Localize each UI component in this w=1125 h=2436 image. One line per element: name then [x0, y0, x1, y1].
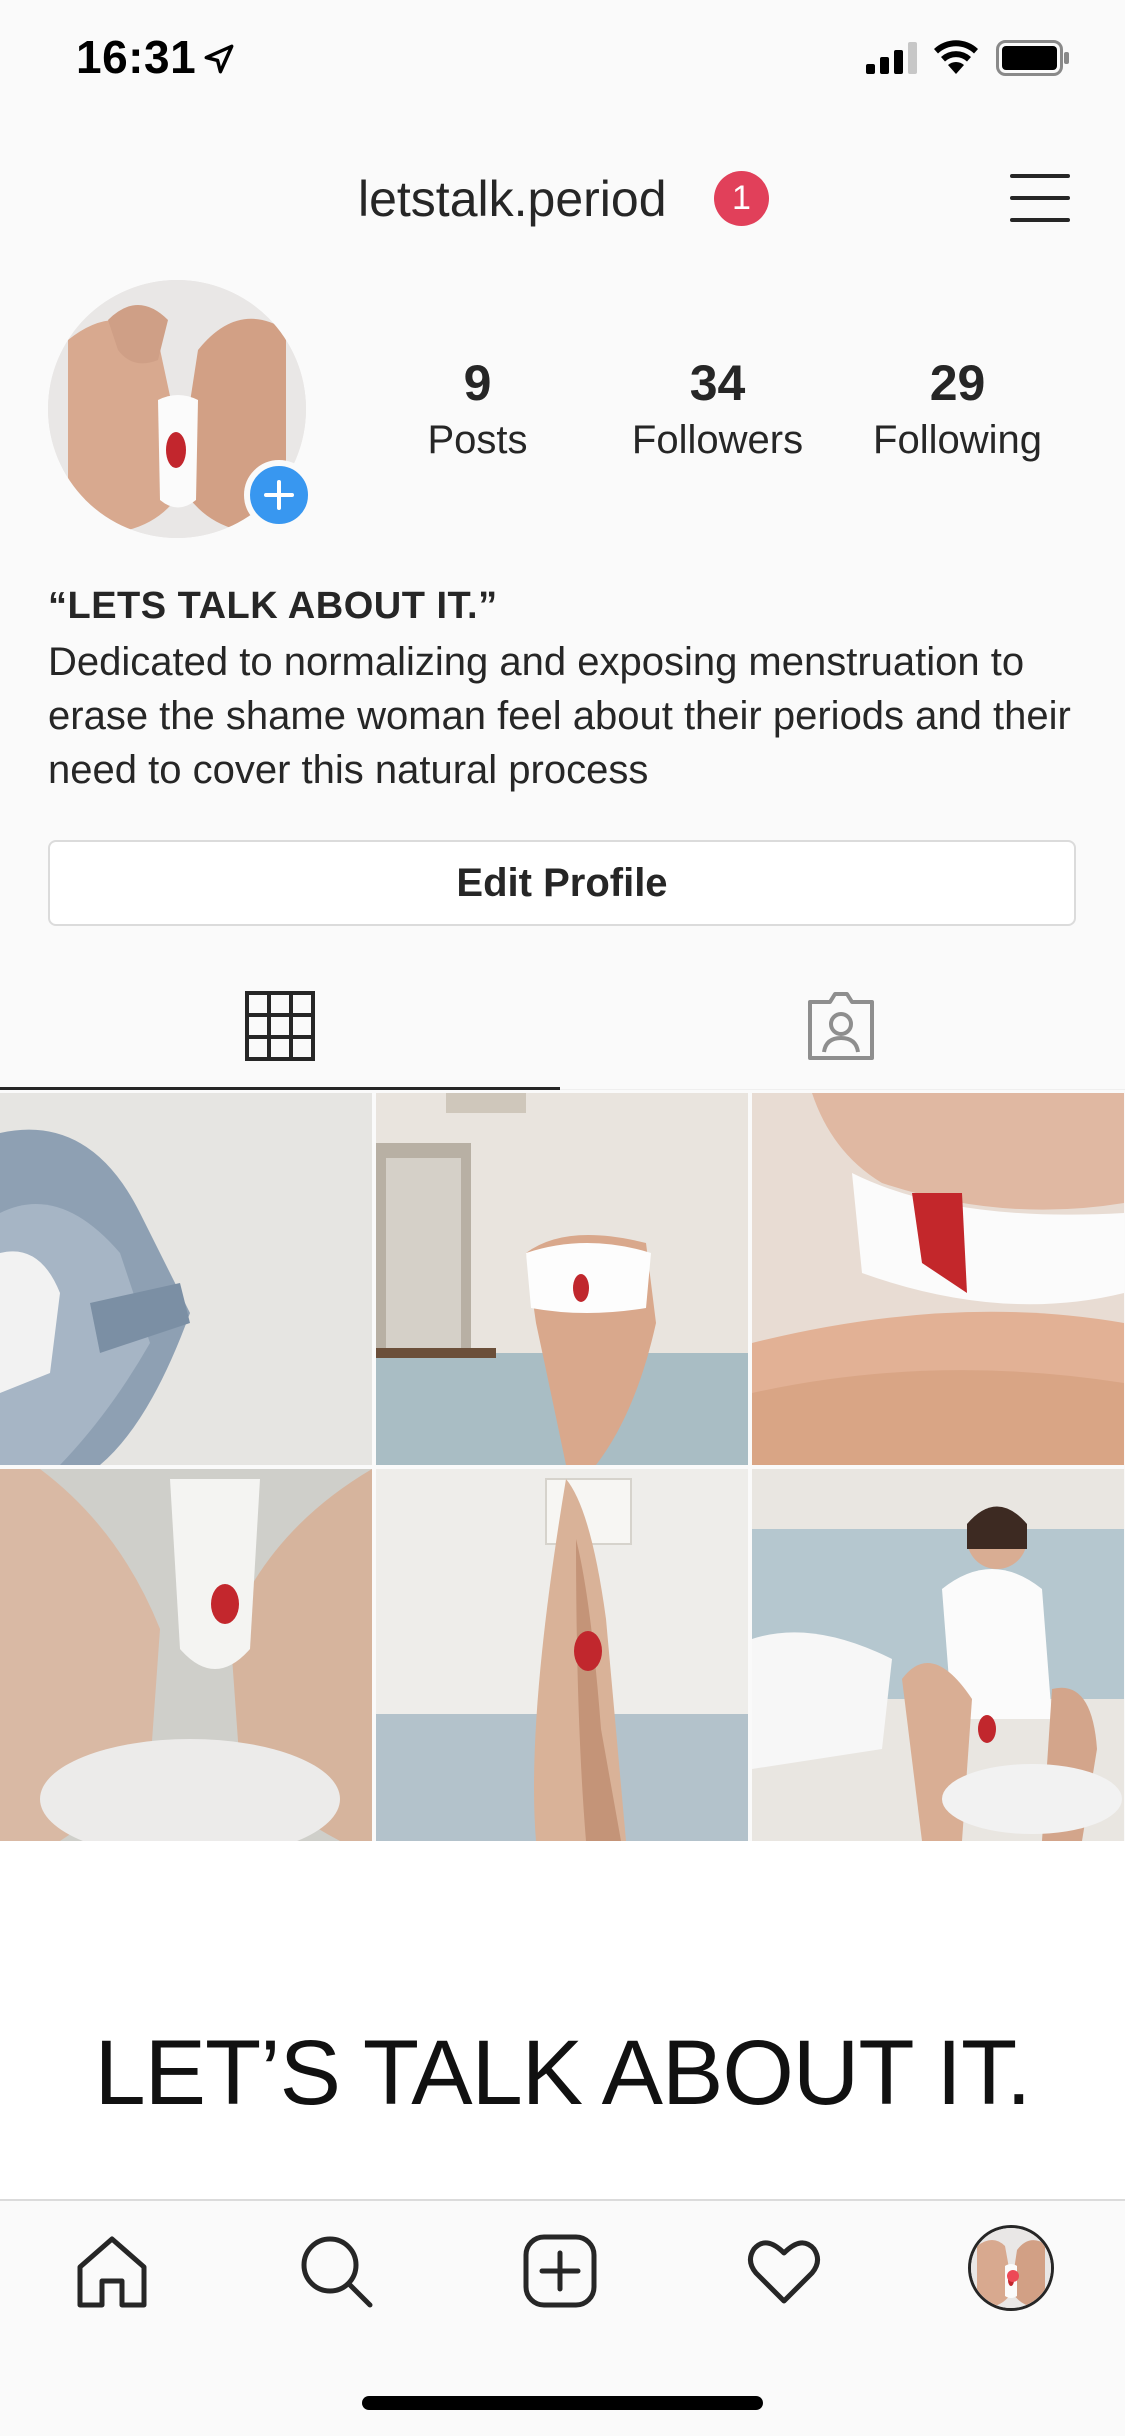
- add-post-icon[interactable]: [520, 2231, 600, 2311]
- tab-grid[interactable]: [0, 970, 560, 1090]
- profile-tab-avatar[interactable]: [968, 2225, 1054, 2311]
- grid-icon: [245, 991, 315, 1061]
- post-photo: [752, 1093, 1124, 1465]
- location-arrow-icon: [204, 44, 234, 74]
- following-count-label: Following: [873, 418, 1042, 462]
- profile-header: letstalk.period: [0, 150, 1125, 250]
- posts-count-value: 9: [463, 355, 492, 411]
- post-thumbnail[interactable]: [0, 1093, 372, 1465]
- banner-text: LET’S TALK ABOUT IT.: [94, 2022, 1031, 2124]
- followers-count-value: 34: [689, 355, 746, 411]
- hamburger-menu-icon[interactable]: [1008, 170, 1072, 226]
- home-icon[interactable]: [72, 2231, 152, 2311]
- status-bar: 16:31: [0, 0, 1125, 120]
- bio-title: “LETS TALK ABOUT IT.”: [48, 585, 498, 627]
- profile-banner: LET’S TALK ABOUT IT.: [0, 1841, 1125, 2199]
- activity-dot: [1007, 2270, 1019, 2282]
- status-time: 16:31: [76, 31, 197, 83]
- plus-icon: [264, 480, 294, 510]
- signal-icon: [866, 42, 917, 74]
- post-thumbnail[interactable]: [752, 1469, 1124, 1841]
- following-count[interactable]: 29 Following: [850, 355, 1065, 465]
- home-indicator: [362, 2396, 763, 2410]
- post-thumbnail[interactable]: [376, 1469, 748, 1841]
- heart-icon[interactable]: [744, 2231, 824, 2311]
- post-photo: [376, 1469, 748, 1841]
- post-photo: [0, 1093, 372, 1465]
- post-grid: [0, 1093, 1125, 1841]
- followers-count[interactable]: 34 Followers: [610, 355, 825, 465]
- bio-text: Dedicated to normalizing and exposing me…: [48, 640, 1071, 792]
- post-photo: [376, 1093, 748, 1465]
- tab-tagged[interactable]: [560, 970, 1125, 1090]
- username[interactable]: letstalk.period: [358, 170, 667, 228]
- battery-icon: [996, 40, 1069, 76]
- post-thumbnail[interactable]: [752, 1093, 1124, 1465]
- post-photo: [0, 1469, 372, 1841]
- profile-icon: [971, 2228, 1051, 2308]
- post-thumbnail[interactable]: [376, 1093, 748, 1465]
- edit-profile-button[interactable]: Edit Profile: [48, 840, 1076, 926]
- post-photo: [752, 1469, 1124, 1841]
- posts-count-label: Posts: [427, 418, 528, 462]
- wifi-icon: [934, 40, 978, 74]
- following-count-value: 29: [929, 355, 986, 411]
- profile-tabs: [0, 970, 1125, 1090]
- notification-badge[interactable]: 1: [714, 171, 769, 226]
- post-thumbnail[interactable]: [0, 1469, 372, 1841]
- add-story-button[interactable]: [244, 460, 314, 530]
- tagged-person-icon: [808, 992, 874, 1060]
- search-icon[interactable]: [296, 2231, 376, 2311]
- posts-count[interactable]: 9 Posts: [400, 355, 555, 465]
- followers-count-label: Followers: [631, 418, 804, 462]
